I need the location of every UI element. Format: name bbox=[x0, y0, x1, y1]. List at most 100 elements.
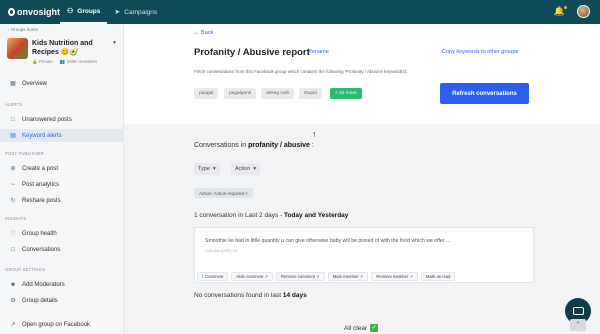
sidebar-item-post-analytics[interactable]: ∼ Post analytics bbox=[0, 178, 124, 191]
chat-icon bbox=[572, 307, 584, 315]
sidebar-item-label: Add Moderators bbox=[22, 281, 65, 288]
grid-icon: ▦ bbox=[10, 81, 16, 87]
main-content: ← Back Profanity / Abusive report Rename… bbox=[124, 24, 600, 334]
section-post-publisher: POST PUBLISHER bbox=[5, 151, 45, 156]
app-logo[interactable]: onvosight bbox=[8, 7, 60, 17]
external-link-icon: ↗ bbox=[316, 274, 320, 279]
mouse-cursor-icon: ↑ bbox=[312, 129, 317, 139]
sidebar-item-create-post[interactable]: ⊕ Create a post bbox=[0, 162, 124, 175]
post-text: Smoothie ke bad in little quantity u can… bbox=[205, 238, 451, 244]
mute-member-button[interactable]: Mute member ↗ bbox=[327, 272, 369, 281]
notifications-bell-icon[interactable]: 🔔 bbox=[554, 6, 567, 17]
section-alerts: ALERTS bbox=[5, 102, 23, 107]
group-name[interactable]: Kids Nutrition and Recipes 😊🥑 bbox=[32, 39, 114, 57]
groups-home-link[interactable]: ‹ Groups home bbox=[8, 27, 38, 32]
chevron-down-icon: ▾ bbox=[212, 166, 216, 172]
mark-as-read-button[interactable]: Mark as read bbox=[421, 272, 456, 281]
all-clear-status: All clear ✓ bbox=[344, 324, 379, 332]
facebook-icon: f bbox=[202, 274, 204, 279]
sidebar-item-reshare[interactable]: ↻ Reshare posts bbox=[0, 194, 124, 207]
members-count: 👥 340K members bbox=[59, 59, 98, 64]
external-link-icon: ↗ bbox=[409, 274, 414, 279]
checkmark-icon: ✓ bbox=[370, 324, 379, 332]
sidebar-item-label: Group health bbox=[22, 230, 57, 237]
tab-campaigns-label: Campaigns bbox=[124, 8, 158, 16]
notification-dot bbox=[564, 6, 567, 9]
add-user-icon: ☻ bbox=[9, 281, 17, 288]
sidebar-item-label: Keyword alerts bbox=[22, 132, 62, 139]
keyword-tag: paagal bbox=[194, 88, 219, 99]
all-clear-label: All clear bbox=[344, 324, 368, 332]
settings-icon: ⚙ bbox=[10, 298, 16, 304]
hide-comment-button[interactable]: Hide comment ↗ bbox=[231, 272, 274, 281]
more-keywords-badge[interactable]: + 42 more bbox=[330, 88, 362, 99]
type-filter-label: Type bbox=[198, 166, 210, 172]
sidebar-item-label: Conversations bbox=[22, 246, 61, 253]
sidebar: ‹ Groups home Kids Nutrition and Recipes… bbox=[0, 24, 124, 334]
type-filter-dropdown[interactable]: Type ▾ bbox=[194, 163, 220, 175]
page-title: Profanity / Abusive report bbox=[194, 47, 310, 58]
back-link[interactable]: ← Back bbox=[194, 30, 213, 36]
sidebar-item-label: Unanswered posts bbox=[22, 116, 72, 123]
logo-text: onvosight bbox=[17, 7, 60, 17]
rename-link[interactable]: Rename bbox=[308, 49, 329, 55]
sidebar-item-label: Post analytics bbox=[22, 181, 60, 188]
external-link-icon: ↗ bbox=[264, 274, 269, 279]
group-thumbnail bbox=[7, 38, 28, 59]
active-filter-chip[interactable]: Action: Action required × bbox=[194, 188, 253, 198]
keyword-alert-icon: ▤ bbox=[10, 133, 16, 139]
tab-groups-label: Groups bbox=[77, 7, 101, 15]
privacy-label: 🔒 Private bbox=[32, 59, 53, 64]
action-filter-dropdown[interactable]: Action ▾ bbox=[231, 163, 261, 175]
post-timestamp: 1:02 AM (CST) 12 bbox=[205, 248, 238, 253]
keyword-tag: stupid bbox=[299, 88, 322, 99]
sidebar-item-unanswered[interactable]: □ Unanswered posts bbox=[0, 113, 124, 126]
sidebar-item-group-health[interactable]: ♡ Group health bbox=[0, 227, 124, 240]
period-heading: 1 conversation in Last 2 days - Today an… bbox=[194, 212, 349, 219]
external-link-icon: ↗ bbox=[359, 274, 364, 279]
chat-bubble-icon: □ bbox=[11, 116, 15, 123]
keyword-tag: dekeg nahi bbox=[261, 88, 295, 99]
sidebar-item-open-facebook[interactable]: ↗ Open group on Facebook bbox=[0, 318, 124, 331]
sidebar-item-label: Create a post bbox=[22, 165, 59, 172]
remove-member-button[interactable]: Remove member ↗ bbox=[371, 272, 419, 281]
report-header bbox=[124, 24, 600, 124]
post-actions: f Comment Hide comment ↗ Remove comment ↗… bbox=[197, 272, 456, 281]
chevron-down-icon[interactable]: ▼ bbox=[112, 40, 117, 46]
scroll-to-top-button[interactable]: ⌃ bbox=[570, 319, 586, 331]
health-icon: ♡ bbox=[10, 231, 16, 237]
plus-circle-icon: ⊕ bbox=[10, 166, 16, 172]
remove-comment-button[interactable]: Remove comment ↗ bbox=[276, 272, 325, 281]
report-description: Fetch conversations from this Facebook g… bbox=[194, 69, 409, 74]
sidebar-item-label: Overview bbox=[22, 80, 48, 87]
reshare-icon: ↻ bbox=[10, 198, 16, 204]
sidebar-item-label: Reshare posts bbox=[22, 197, 61, 204]
conversations-heading: Conversations in profanity / abusive : bbox=[194, 142, 314, 149]
action-filter-label: Action bbox=[235, 166, 251, 172]
copy-keywords-link[interactable]: Copy keywords to other groups bbox=[442, 49, 518, 55]
sidebar-item-keyword-alerts[interactable]: ▤ Keyword alerts bbox=[0, 129, 124, 142]
sidebar-item-label: Group details bbox=[22, 297, 58, 304]
sidebar-item-conversations[interactable]: □ Conversations bbox=[0, 243, 124, 256]
top-navbar: onvosight ⚇ Groups ➤ Campaigns 🔔 bbox=[0, 0, 600, 24]
sidebar-item-add-moderators[interactable]: ☻ Add Moderators bbox=[0, 278, 124, 291]
comment-button[interactable]: f Comment bbox=[197, 272, 229, 281]
logo-mark-icon bbox=[8, 8, 15, 16]
keyword-tag: pagalpanti bbox=[224, 88, 257, 99]
no-conversations-heading: No conversations found in last 14 days bbox=[194, 292, 307, 299]
conversation-card[interactable]: Smoothie ke bad in little quantity u can… bbox=[194, 227, 534, 283]
sidebar-item-overview[interactable]: ▦ Overview bbox=[0, 77, 124, 90]
analytics-icon: ∼ bbox=[10, 182, 16, 188]
tab-groups[interactable]: ⚇ Groups bbox=[60, 0, 108, 24]
tab-campaigns[interactable]: ➤ Campaigns bbox=[107, 0, 164, 24]
refresh-conversations-button[interactable]: Refresh conversations bbox=[440, 83, 529, 104]
external-link-icon: ↗ bbox=[10, 322, 16, 328]
chevron-down-icon: ▾ bbox=[253, 166, 257, 172]
conversations-icon: □ bbox=[11, 246, 15, 253]
section-group-settings: GROUP SETTINGS bbox=[5, 267, 46, 272]
sidebar-item-group-details[interactable]: ⚙ Group details bbox=[0, 294, 124, 307]
send-icon: ➤ bbox=[114, 9, 121, 16]
people-icon: ⚇ bbox=[67, 8, 74, 15]
user-avatar[interactable] bbox=[577, 5, 590, 18]
sidebar-item-label: Open group on Facebook bbox=[22, 321, 91, 328]
